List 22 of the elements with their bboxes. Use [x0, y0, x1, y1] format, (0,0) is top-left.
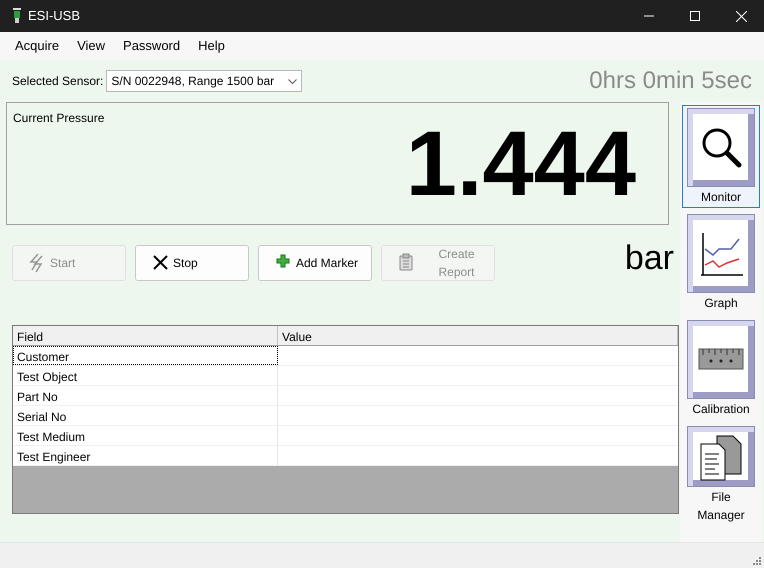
- menu-item[interactable]: Password: [114, 32, 190, 60]
- menu-item[interactable]: Help: [189, 32, 234, 60]
- maximize-icon: [690, 11, 700, 21]
- sensor-label: Selected Sensor:: [12, 73, 104, 90]
- window-title: ESI-USB: [28, 7, 80, 26]
- resize-grip-icon: [752, 556, 761, 565]
- column-header[interactable]: Field: [13, 326, 278, 345]
- action-button[interactable]: Stop: [135, 245, 249, 281]
- elapsed-time: 0hrs 0min 5sec: [589, 66, 752, 96]
- clipboard-icon: [398, 253, 415, 273]
- sensor-dropdown[interactable]: S/N 0022948, Range 1500 bar: [106, 70, 302, 92]
- column-header[interactable]: Value: [278, 326, 678, 345]
- unit-label: bar: [624, 241, 674, 275]
- sensor-icon: [12, 8, 22, 24]
- menu-item[interactable]: Acquire: [6, 32, 68, 60]
- pressure-reading: 1.444: [406, 118, 636, 210]
- pressure-label: Current Pressure: [12, 110, 104, 127]
- nav-button[interactable]: Monitor: [682, 105, 760, 208]
- close-icon: [736, 10, 746, 22]
- chevron-down-icon: [288, 78, 298, 84]
- action-button[interactable]: Add Marker: [258, 245, 372, 281]
- menu-item[interactable]: View: [68, 32, 114, 60]
